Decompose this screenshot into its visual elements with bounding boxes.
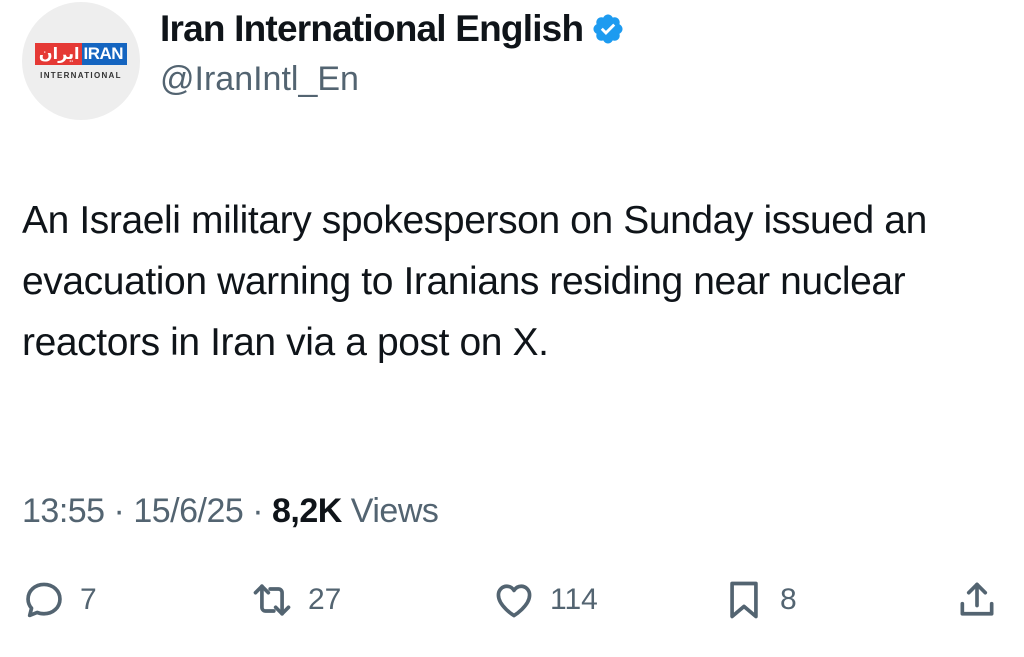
share-icon	[960, 582, 994, 616]
avatar[interactable]: ایران IRAN INTERNATIONAL	[22, 2, 140, 120]
display-name-text[interactable]: Iran International English	[160, 8, 584, 50]
heart-icon	[496, 584, 532, 618]
logo-subtitle: INTERNATIONAL	[40, 70, 122, 80]
iran-international-logo: ایران IRAN	[34, 42, 128, 65]
tweet-time[interactable]: 13:55	[22, 492, 105, 530]
logo-persian-text: ایران	[34, 42, 82, 65]
tweet-meta: 13:55 · 15/6/25 · 8,2K Views	[22, 492, 439, 531]
repost-button[interactable]: 27	[250, 578, 341, 622]
reply-count: 7	[80, 583, 97, 616]
like-button[interactable]: 114	[492, 578, 598, 622]
bookmark-button[interactable]: 8	[722, 578, 797, 622]
repost-icon	[253, 584, 291, 616]
share-button[interactable]	[955, 578, 999, 622]
views-label: Views	[350, 492, 439, 530]
reply-icon	[26, 582, 62, 618]
account-handle[interactable]: @IranIntl_En	[160, 60, 359, 99]
bookmark-count: 8	[780, 583, 797, 616]
tweet-text: An Israeli military spokesperson on Sund…	[22, 199, 927, 364]
repost-count: 27	[308, 583, 342, 616]
like-count: 114	[550, 583, 598, 616]
views-count: 8,2K	[272, 492, 342, 530]
tweet-date[interactable]: 15/6/25	[133, 492, 243, 530]
reply-button[interactable]: 7	[22, 578, 97, 622]
verified-badge-icon	[593, 14, 623, 44]
logo-english-text: IRAN	[81, 42, 128, 65]
meta-separator: ·	[252, 492, 264, 530]
bookmark-icon	[730, 581, 758, 619]
display-name[interactable]: Iran International English	[160, 8, 625, 50]
meta-separator: ·	[113, 492, 125, 530]
